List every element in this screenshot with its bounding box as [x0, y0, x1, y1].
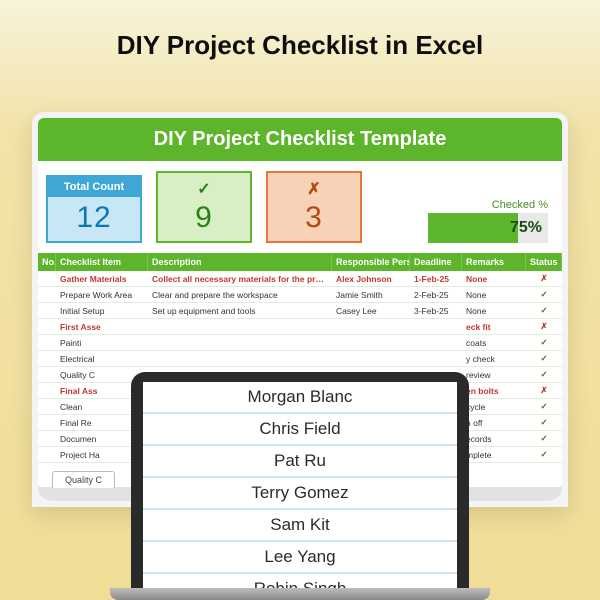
unchecked-card: ✗ 3 — [266, 171, 362, 243]
cell-remarks[interactable]: None — [462, 274, 526, 284]
cell-status[interactable]: ✓ — [526, 353, 562, 364]
laptop: Morgan BlancChris FieldPat RuTerry Gomez… — [131, 372, 469, 600]
table-row[interactable]: Initial SetupSet up equipment and toolsC… — [38, 303, 562, 319]
cell-item[interactable]: Prepare Work Area — [56, 290, 148, 300]
table-row[interactable]: Prepare Work AreaClear and prepare the w… — [38, 287, 562, 303]
cell-status[interactable]: ✗ — [526, 321, 562, 332]
list-item[interactable]: Sam Kit — [143, 510, 457, 542]
header-responsible[interactable]: Responsible Person — [332, 253, 410, 271]
x-icon: ✗ — [268, 177, 360, 201]
total-count-card: Total Count 12 — [46, 175, 142, 243]
cell-deadline[interactable]: 2-Feb-25 — [410, 290, 462, 300]
cell-status[interactable]: ✓ — [526, 337, 562, 348]
cell-remarks[interactable]: cycle — [462, 402, 526, 412]
stats-row: Total Count 12 ✓ 9 ✗ 3 Checked % 75% — [38, 161, 562, 253]
cell-status[interactable]: ✓ — [526, 401, 562, 412]
cell-resp[interactable]: Casey Lee — [332, 306, 410, 316]
cell-desc[interactable]: Clear and prepare the workspace — [148, 290, 332, 300]
cell-remarks[interactable]: coats — [462, 338, 526, 348]
list-item[interactable]: Morgan Blanc — [143, 382, 457, 414]
template-banner: DIY Project Checklist Template — [38, 118, 562, 161]
cell-remarks[interactable]: en bolts — [462, 386, 526, 396]
unchecked-value: 3 — [268, 201, 360, 235]
header-status[interactable]: Status — [526, 253, 562, 271]
cell-status[interactable]: ✓ — [526, 305, 562, 316]
cell-status[interactable]: ✓ — [526, 289, 562, 300]
list-item[interactable]: Lee Yang — [143, 542, 457, 574]
list-item[interactable]: Pat Ru — [143, 446, 457, 478]
cell-remarks[interactable]: ecords — [462, 434, 526, 444]
table-row[interactable]: First Asse eck fit✗ — [38, 319, 562, 335]
cell-remarks[interactable]: y check — [462, 354, 526, 364]
total-count-value: 12 — [48, 201, 140, 235]
percent-label: Checked % — [428, 199, 548, 211]
cell-deadline[interactable]: 1-Feb-25 — [410, 274, 462, 284]
page-title: DIY Project Checklist in Excel — [0, 0, 600, 79]
percent-wrap: Checked % 75% — [428, 199, 554, 243]
total-count-label: Total Count — [48, 177, 140, 197]
cell-remarks[interactable]: None — [462, 290, 526, 300]
cell-status[interactable]: ✓ — [526, 417, 562, 428]
laptop-frame: Morgan BlancChris FieldPat RuTerry Gomez… — [131, 372, 469, 588]
cell-item[interactable]: Initial Setup — [56, 306, 148, 316]
cell-item[interactable]: Gather Materials — [56, 274, 148, 284]
check-icon: ✓ — [158, 177, 250, 201]
cell-status[interactable]: ✓ — [526, 369, 562, 380]
percent-bar: 75% — [428, 213, 548, 243]
cell-remarks[interactable]: None — [462, 306, 526, 316]
table-row[interactable]: Electrical y check✓ — [38, 351, 562, 367]
table-row[interactable]: Painti coats✓ — [38, 335, 562, 351]
header-item[interactable]: Checklist Item — [56, 253, 148, 271]
list-item[interactable]: Terry Gomez — [143, 478, 457, 510]
checked-card: ✓ 9 — [156, 171, 252, 243]
name-list: Morgan BlancChris FieldPat RuTerry Gomez… — [143, 382, 457, 588]
percent-fill — [428, 213, 518, 243]
sheet-tab[interactable]: Quality C — [52, 471, 115, 488]
cell-resp[interactable]: Alex Johnson — [332, 274, 410, 284]
cell-status[interactable]: ✓ — [526, 433, 562, 444]
header-no[interactable]: No. — [38, 253, 56, 271]
header-remarks[interactable]: Remarks — [462, 253, 526, 271]
cell-item[interactable]: Painti — [56, 338, 148, 348]
cell-remarks[interactable]: mplete — [462, 450, 526, 460]
cell-remarks[interactable]: n off — [462, 418, 526, 428]
cell-item[interactable]: Electrical — [56, 354, 148, 364]
cell-status[interactable]: ✗ — [526, 273, 562, 284]
cell-status[interactable]: ✓ — [526, 449, 562, 460]
laptop-base — [110, 588, 490, 600]
header-deadline[interactable]: Deadline — [410, 253, 462, 271]
cell-remarks[interactable]: eck fit — [462, 322, 526, 332]
cell-resp[interactable]: Jamie Smith — [332, 290, 410, 300]
checked-value: 9 — [158, 201, 250, 235]
percent-value: 75% — [510, 213, 542, 243]
cell-remarks[interactable]: review — [462, 370, 526, 380]
table-row[interactable]: Gather MaterialsCollect all necessary ma… — [38, 271, 562, 287]
table-headers: No. Checklist Item Description Responsib… — [38, 253, 562, 271]
cell-desc[interactable]: Collect all necessary materials for the … — [148, 274, 332, 284]
cell-desc[interactable]: Set up equipment and tools — [148, 306, 332, 316]
cell-status[interactable]: ✗ — [526, 385, 562, 396]
cell-deadline[interactable]: 3-Feb-25 — [410, 306, 462, 316]
list-item[interactable]: Chris Field — [143, 414, 457, 446]
list-item[interactable]: Robin Singh — [143, 574, 457, 588]
header-description[interactable]: Description — [148, 253, 332, 271]
cell-item[interactable]: First Asse — [56, 322, 148, 332]
